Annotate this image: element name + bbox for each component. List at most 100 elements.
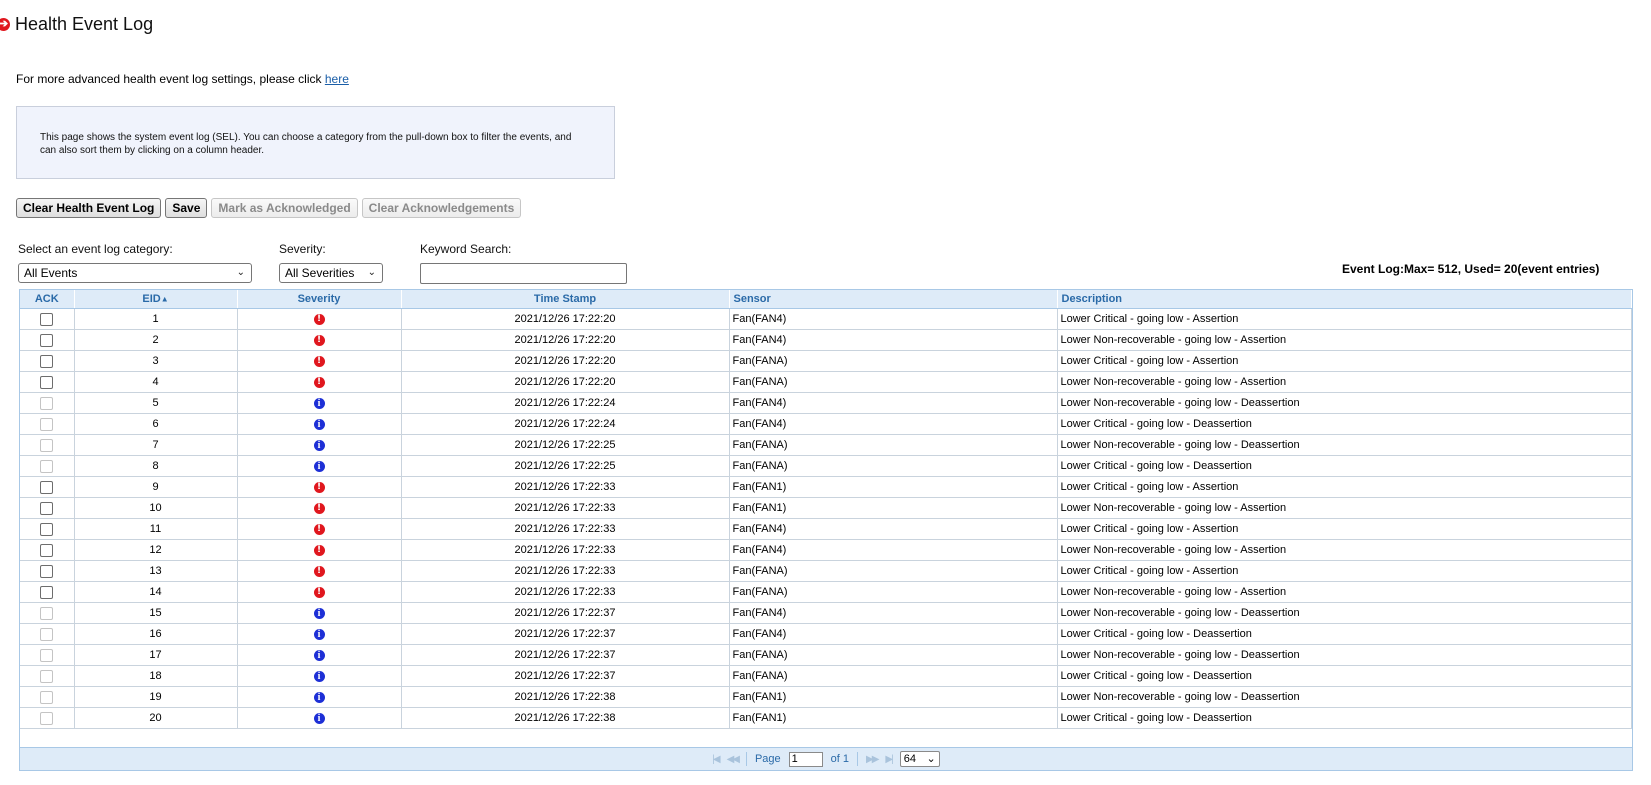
severity-cell: i: [237, 644, 402, 666]
sensor-cell: Fan(FANA): [729, 644, 1058, 666]
clear-acknowledgements-button: Clear Acknowledgements: [361, 198, 522, 218]
sensor-cell: Fan(FANA): [729, 665, 1058, 687]
ack-checkbox: [40, 459, 54, 473]
description-cell: Lower Non-recoverable - going low - Deas…: [1057, 392, 1632, 414]
column-header-description[interactable]: Description: [1057, 290, 1632, 309]
ack-checkbox: [40, 438, 54, 452]
ack-checkbox[interactable]: [40, 501, 54, 515]
table-row: 4! 2021/12/26 17:22:20 Fan(FANA) Lower Non-…: [20, 371, 1632, 393]
ack-checkbox[interactable]: [40, 375, 54, 389]
sensor-cell: Fan(FAN4): [729, 308, 1058, 330]
page-number-input[interactable]: 1: [788, 751, 823, 767]
severity-cell: !: [237, 518, 402, 540]
ack-cell: [20, 497, 75, 519]
table-row: 11! 2021/12/26 17:22:33 Fan(FAN4) Lower Cri…: [20, 518, 1632, 540]
severity-cell: i: [237, 434, 402, 456]
timestamp-cell: 2021/12/26 17:22:25: [401, 434, 730, 456]
sensor-cell: Fan(FANA): [729, 350, 1058, 372]
table-row: 3! 2021/12/26 17:22:20 Fan(FANA) Lower Crit…: [20, 350, 1632, 372]
description-cell: Lower Critical - going low - Deassertion: [1057, 623, 1632, 645]
timestamp-cell: 2021/12/26 17:22:33: [401, 476, 730, 498]
ack-checkbox: [40, 711, 54, 725]
eid-cell: 6: [74, 413, 238, 435]
category-select[interactable]: All Events ⌄: [18, 263, 252, 283]
severity-cell: !: [237, 308, 402, 330]
column-header-eid[interactable]: EID▲: [74, 290, 238, 309]
column-header-sensor[interactable]: Sensor: [729, 290, 1058, 309]
description-cell: Lower Non-recoverable - going low - Asse…: [1057, 497, 1632, 519]
ack-checkbox[interactable]: [40, 543, 54, 557]
critical-severity-icon: !: [313, 313, 325, 325]
page-title: Health Event Log: [15, 13, 154, 34]
ack-cell: [20, 350, 75, 372]
severity-cell: i: [237, 623, 402, 645]
table-row: 1! 2021/12/26 17:22:20 Fan(FAN4) Lower Crit…: [20, 308, 1632, 330]
severity-select[interactable]: All Severities ⌄: [279, 263, 383, 283]
timestamp-cell: 2021/12/26 17:22:25: [401, 455, 730, 477]
description-cell: Lower Non-recoverable - going low - Deas…: [1057, 686, 1632, 708]
severity-cell: !: [237, 371, 402, 393]
ack-checkbox[interactable]: [40, 354, 54, 368]
info-severity-icon: i: [313, 670, 325, 682]
chevron-down-icon: ⌄: [367, 267, 376, 278]
ack-checkbox: [40, 627, 54, 641]
description-cell: Lower Critical - going low - Assertion: [1057, 518, 1632, 540]
info-severity-icon: i: [313, 460, 325, 472]
timestamp-cell: 2021/12/26 17:22:37: [401, 602, 730, 624]
severity-select-value: All Severities: [285, 266, 355, 280]
column-header-severity[interactable]: Severity: [237, 290, 402, 309]
sensor-cell: Fan(FAN1): [729, 707, 1058, 729]
table-row: 8 i 2021/12/26 17:22:25 Fan(FANA) Lower Crit…: [20, 455, 1632, 477]
table-row: 5 i 2021/12/26 17:22:24 Fan(FAN4) Lower Non-…: [20, 392, 1632, 414]
description-cell: Lower Non-recoverable - going low - Deas…: [1057, 434, 1632, 456]
severity-cell: i: [237, 665, 402, 687]
eid-cell: 8: [74, 455, 238, 477]
info-severity-icon: i: [313, 649, 325, 661]
eid-cell: 14: [74, 581, 238, 603]
save-button[interactable]: Save: [165, 198, 208, 218]
ack-checkbox[interactable]: [40, 480, 54, 494]
ack-checkbox[interactable]: [40, 564, 54, 578]
critical-severity-icon: !: [313, 481, 325, 493]
severity-cell: i: [237, 707, 402, 729]
description-cell: Lower Non-recoverable - going low - Asse…: [1057, 329, 1632, 351]
severity-cell: !: [237, 497, 402, 519]
ack-cell: [20, 644, 75, 666]
advanced-settings-label: For more advanced health event log setti…: [16, 72, 325, 86]
info-severity-icon: i: [313, 418, 325, 430]
ack-checkbox[interactable]: [40, 585, 54, 599]
severity-label: Severity:: [279, 242, 326, 256]
ack-checkbox[interactable]: [40, 312, 54, 326]
ack-checkbox[interactable]: [40, 333, 54, 347]
eid-cell: 2: [74, 329, 238, 351]
timestamp-cell: 2021/12/26 17:22:37: [401, 644, 730, 666]
column-header-timestamp[interactable]: Time Stamp: [401, 290, 730, 309]
sensor-cell: Fan(FANA): [729, 434, 1058, 456]
eid-cell: 15: [74, 602, 238, 624]
ack-cell: [20, 308, 75, 330]
description-cell: Lower Critical - going low - Deassertion: [1057, 455, 1632, 477]
pager: |◀ ◀◀ Page 1 of 1 ▶▶ ▶| 64 ⌄: [20, 747, 1632, 770]
eid-cell: 1: [74, 308, 238, 330]
keyword-search-input[interactable]: [420, 263, 627, 284]
table-row: 19 i 2021/12/26 17:22:38 Fan(FAN1) Lower Non…: [20, 686, 1632, 708]
page-header: ➔ Health Event Log: [0, 12, 153, 36]
eid-cell: 19: [74, 686, 238, 708]
column-header-ack[interactable]: ACK: [20, 290, 75, 309]
clear-event-log-button[interactable]: Clear Health Event Log: [16, 198, 162, 218]
critical-severity-icon: !: [313, 544, 325, 556]
description-cell: Lower Non-recoverable - going low - Asse…: [1057, 539, 1632, 561]
rows-per-page-select[interactable]: 64 ⌄: [899, 751, 940, 767]
arrow-right-circle-icon: ➔: [0, 17, 10, 31]
description-cell: Lower Non-recoverable - going low - Asse…: [1057, 371, 1632, 393]
table-row: 20 i 2021/12/26 17:22:38 Fan(FAN1) Lower Cri…: [20, 707, 1632, 729]
severity-cell: !: [237, 560, 402, 582]
eid-cell: 7: [74, 434, 238, 456]
ack-checkbox[interactable]: [40, 522, 54, 536]
chevron-down-icon: ⌄: [926, 753, 936, 765]
table-row: 2! 2021/12/26 17:22:20 Fan(FAN4) Lower Non-…: [20, 329, 1632, 351]
advanced-settings-link[interactable]: here: [325, 72, 349, 86]
page-count-label: of 1: [830, 753, 850, 765]
ack-checkbox: [40, 417, 54, 431]
ack-checkbox: [40, 669, 54, 683]
